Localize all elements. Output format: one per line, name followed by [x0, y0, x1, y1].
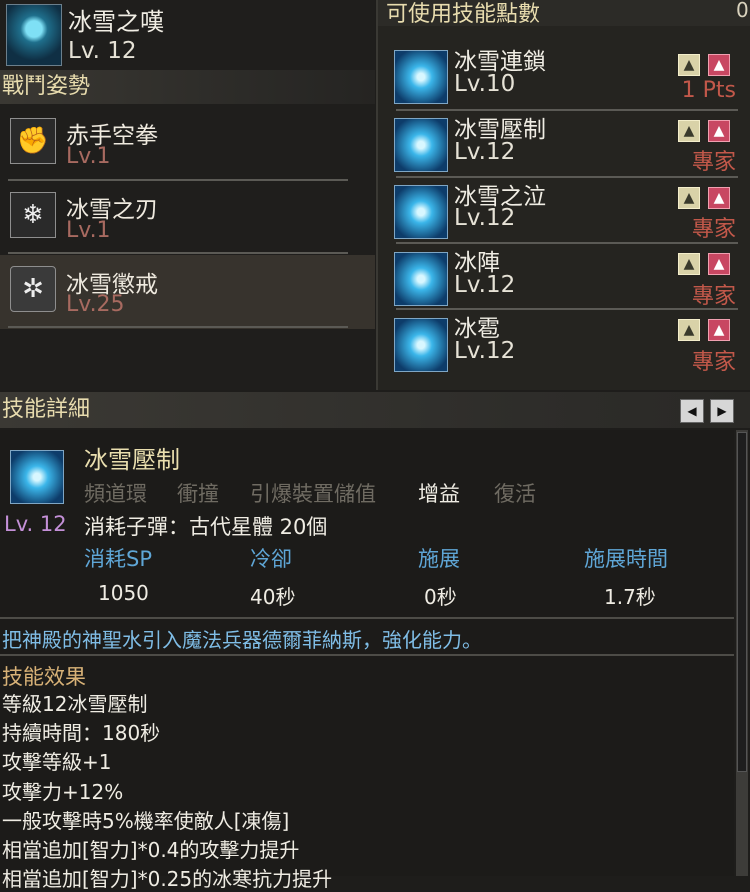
- stat-label: 施展時間: [584, 547, 668, 571]
- ammo-cost: 消耗子彈：古代星體 20個: [84, 515, 328, 539]
- skill-tag-charge: 衝撞: [177, 482, 219, 506]
- stance-section-header: 戰鬥姿勢: [0, 70, 375, 104]
- skill-level-down-button[interactable]: ▲: [708, 319, 730, 341]
- divider: [396, 242, 738, 244]
- skill-level-down-button[interactable]: ▲: [708, 120, 730, 142]
- character-name: 冰雪之嘆: [68, 8, 164, 36]
- divider: [396, 109, 738, 111]
- ice-chain-skill-icon: [394, 50, 448, 104]
- skill-level-down-button[interactable]: ▲: [708, 253, 730, 275]
- character-portrait: [6, 4, 62, 66]
- skill-tag-buff: 增益: [418, 482, 460, 506]
- next-skill-button[interactable]: ▶: [710, 399, 734, 423]
- effect-line: 相當追加[智力]*0.25的冰寒抗力提升: [2, 867, 333, 891]
- effect-line: 持續時間：180秒: [2, 721, 161, 745]
- ice-suppress-skill-icon: [394, 118, 448, 172]
- character-level: Lv. 12: [68, 38, 137, 64]
- skill-description: 把神殿的神聖水引入魔法兵器德爾菲納斯，強化能力。: [2, 628, 482, 652]
- detail-scrollbar-thumb[interactable]: [737, 432, 747, 772]
- stance-item-fist[interactable]: [0, 106, 375, 180]
- effect-line: 一般攻擊時5%機率使敵人[凍傷]: [2, 809, 290, 833]
- ice-cry-skill-icon: [394, 185, 448, 239]
- stat-value: 1.7秒: [604, 585, 656, 609]
- stance-item-ice-blade[interactable]: [0, 182, 375, 256]
- divider: [0, 617, 734, 619]
- skill-level-up-button[interactable]: ▲: [678, 120, 700, 142]
- skill-expert-tag: 專家: [691, 350, 736, 375]
- skill-effect-title: 技能效果: [2, 665, 86, 689]
- effect-line: 等級12冰雪壓制: [2, 692, 148, 716]
- skill-level: Lv.12: [454, 205, 516, 231]
- skill-level: Lv.10: [454, 71, 516, 97]
- stat-label: 施展: [418, 547, 460, 571]
- skill-level-up-button[interactable]: ▲: [678, 187, 700, 209]
- fist-icon: ✊: [10, 118, 56, 164]
- detail-skill-level: Lv. 12: [4, 512, 67, 536]
- skill-level-down-button[interactable]: ▲: [708, 54, 730, 76]
- skill-level: Lv.12: [454, 139, 516, 165]
- stance-level: Lv.25: [66, 292, 125, 317]
- skill-level: Lv.12: [454, 272, 516, 298]
- stat-label: 冷卻: [250, 547, 292, 571]
- skill-level-down-button[interactable]: ▲: [708, 187, 730, 209]
- ice-blade-icon: ❄: [10, 192, 56, 238]
- skill-tag-channel: 頻道環: [84, 482, 147, 506]
- effect-line: 攻擊等級+1: [2, 750, 112, 774]
- skill-level-up-button[interactable]: ▲: [678, 319, 700, 341]
- stat-value: 1050: [98, 581, 149, 605]
- skill-level: Lv.12: [454, 338, 516, 364]
- skill-level-up-button[interactable]: ▲: [678, 54, 700, 76]
- effect-line: 相當追加[智力]*0.4的攻擊力提升: [2, 838, 300, 862]
- divider: [8, 252, 348, 254]
- skill-points-label: 可使用技能點數: [386, 2, 541, 27]
- skill-expert-tag: 專家: [691, 150, 736, 175]
- skill-tag-detonator: 引爆裝置儲值: [250, 482, 376, 506]
- ice-array-skill-icon: [394, 252, 448, 306]
- stance-level: Lv.1: [66, 144, 111, 169]
- skill-points-value: 0: [736, 0, 749, 22]
- skill-detail-header: 技能詳細: [0, 392, 750, 428]
- hail-skill-icon: [394, 318, 448, 372]
- ice-suppress-skill-icon: [10, 450, 64, 504]
- stance-level: Lv.1: [66, 218, 111, 243]
- detail-skill-name: 冰雪壓制: [84, 446, 180, 474]
- divider: [396, 308, 738, 310]
- skill-tag-revive: 復活: [494, 482, 536, 506]
- stat-label: 消耗SP: [84, 547, 152, 571]
- divider: [8, 326, 348, 328]
- skill-expert-tag: 專家: [691, 284, 736, 309]
- stance-item-ice-punish[interactable]: [0, 255, 375, 329]
- skill-points-cost: 1 Pts: [681, 78, 736, 103]
- divider: [396, 176, 738, 178]
- stat-value: 40秒: [250, 585, 296, 609]
- divider: [8, 179, 348, 181]
- divider: [0, 654, 734, 656]
- skill-expert-tag: 專家: [691, 217, 736, 242]
- skill-level-up-button[interactable]: ▲: [678, 253, 700, 275]
- prev-skill-button[interactable]: ◀: [680, 399, 704, 423]
- snowflake-badge-icon: ✲: [10, 266, 56, 312]
- stat-value: 0秒: [424, 585, 457, 609]
- effect-line: 攻擊力+12%: [2, 780, 124, 804]
